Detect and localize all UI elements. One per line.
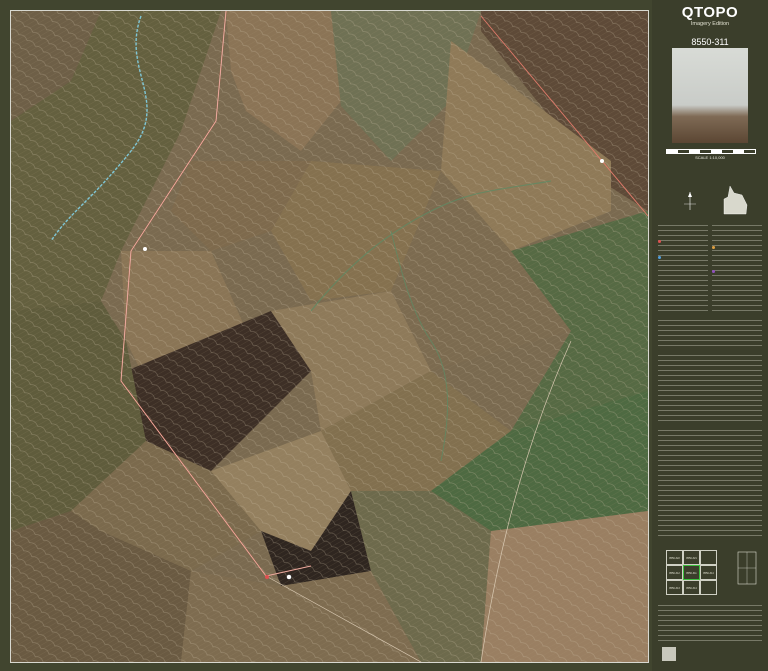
sheet-layout-diagram bbox=[737, 551, 757, 585]
notes-text bbox=[658, 430, 762, 540]
legend-column bbox=[658, 225, 708, 313]
homestead-marker-icon bbox=[286, 574, 292, 580]
imagery-map[interactable] bbox=[10, 10, 649, 663]
scale-bar bbox=[666, 149, 756, 154]
legend-column bbox=[712, 225, 762, 313]
index-cell: 8550-314 bbox=[700, 565, 717, 580]
index-cell-current: 8550-311 bbox=[683, 565, 700, 580]
legend-panel: QTOPO Imagery Edition 8550-311 SCALE 1:1… bbox=[652, 0, 768, 671]
sheet-index-grid: 8550-322 8550-321 8550-312 8550-311 8550… bbox=[666, 550, 720, 598]
road-junction-marker bbox=[265, 575, 269, 579]
coat-of-arms-icon bbox=[662, 647, 676, 661]
north-arrow-icon bbox=[684, 192, 696, 210]
index-cell bbox=[700, 580, 717, 595]
disclaimer-text bbox=[658, 605, 762, 641]
scale-label: SCALE 1:10,000 bbox=[695, 155, 725, 160]
index-cell: 8550-313 bbox=[666, 580, 683, 595]
aerial-imagery bbox=[11, 11, 648, 662]
index-cell: 8550-322 bbox=[666, 550, 683, 565]
sheet-number: 8550-311 bbox=[691, 37, 729, 47]
legend-section bbox=[658, 320, 762, 350]
map-title: QTOPO bbox=[681, 4, 739, 21]
index-cell: 8550-321 bbox=[683, 550, 700, 565]
index-cell: 8550-312 bbox=[666, 565, 683, 580]
homestead-marker-icon bbox=[143, 247, 147, 251]
legend-symbol bbox=[712, 270, 715, 273]
queensland-outline-icon bbox=[723, 185, 748, 215]
edition-label: Imagery Edition bbox=[690, 21, 730, 27]
map-sheet: QTOPO Imagery Edition 8550-311 SCALE 1:1… bbox=[0, 0, 768, 671]
index-cell bbox=[700, 550, 717, 565]
cover-photo bbox=[672, 48, 748, 143]
legend-symbol bbox=[712, 246, 715, 249]
homestead-marker-icon bbox=[600, 159, 604, 163]
legend-section bbox=[658, 355, 762, 425]
index-cell: 8550-314 bbox=[683, 580, 700, 595]
legend-symbol bbox=[658, 240, 661, 243]
legend-symbol bbox=[658, 256, 661, 259]
